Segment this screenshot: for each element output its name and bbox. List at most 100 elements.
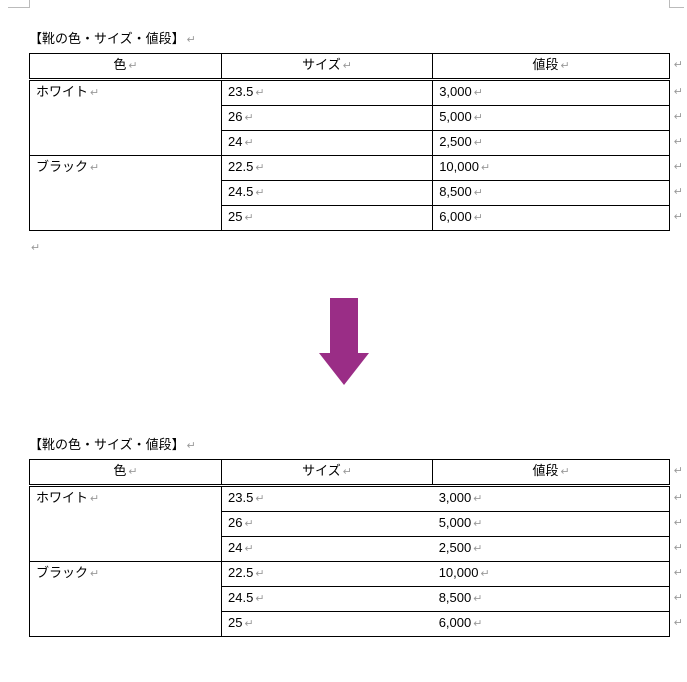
row-end-glyph: ↵ bbox=[674, 210, 683, 226]
cell-color: ブラック↵ bbox=[30, 561, 222, 636]
cell-size: 22.5↵ bbox=[222, 155, 433, 180]
crop-mark bbox=[670, 7, 684, 8]
header-color-text: 色 bbox=[113, 463, 126, 478]
return-glyph: ↵ bbox=[244, 112, 253, 124]
cell-size: 24.5↵ bbox=[222, 180, 433, 205]
return-glyph: ↵ bbox=[244, 137, 253, 149]
cell-color: ホワイト↵ bbox=[30, 485, 222, 561]
cell-price-text: 5,000 bbox=[439, 109, 472, 124]
cell-color-text: ブラック bbox=[36, 565, 88, 580]
cell-size: 25↵ bbox=[222, 205, 433, 230]
cell-size: 23.5↵ bbox=[222, 485, 433, 511]
return-glyph: ↵ bbox=[473, 493, 482, 505]
cell-price-text: 10,000 bbox=[439, 565, 479, 580]
row-end-glyph: ↵ bbox=[674, 160, 683, 176]
shoe-table-before: 色↵ サイズ↵ 値段↵↵ ホワイト↵23.5↵3,000↵↵26↵5,000↵↵… bbox=[29, 53, 670, 231]
return-glyph: ↵ bbox=[473, 618, 482, 630]
section-title: 【靴の色・サイズ・値段】↵ bbox=[29, 28, 670, 47]
cell-size-text: 25 bbox=[228, 615, 242, 630]
return-glyph: ↵ bbox=[90, 87, 99, 99]
cell-price: 10,000↵↵ bbox=[433, 561, 670, 586]
row-end-glyph: ↵ bbox=[674, 464, 683, 480]
crop-mark bbox=[8, 7, 29, 8]
return-glyph: ↵ bbox=[128, 60, 137, 72]
cell-size: 22.5↵ bbox=[222, 561, 433, 586]
cell-price-text: 2,500 bbox=[439, 540, 472, 555]
table-row: ホワイト↵23.5↵3,000↵↵ bbox=[30, 485, 670, 511]
paragraph-mark: ↵ bbox=[31, 241, 670, 254]
table-body: ホワイト↵23.5↵3,000↵↵26↵5,000↵↵24↵2,500↵↵ブラッ… bbox=[30, 79, 670, 230]
cell-size-text: 24 bbox=[228, 540, 242, 555]
header-color-text: 色 bbox=[113, 57, 126, 72]
transform-arrow-wrap bbox=[0, 298, 687, 388]
return-glyph: ↵ bbox=[187, 34, 196, 46]
return-glyph: ↵ bbox=[560, 60, 569, 72]
cell-price: 5,000↵↵ bbox=[433, 511, 670, 536]
return-glyph: ↵ bbox=[474, 137, 483, 149]
return-glyph: ↵ bbox=[244, 618, 253, 630]
return-glyph: ↵ bbox=[255, 568, 264, 580]
return-glyph: ↵ bbox=[90, 162, 99, 174]
return-glyph: ↵ bbox=[128, 466, 137, 478]
return-glyph: ↵ bbox=[473, 518, 482, 530]
cell-price-text: 5,000 bbox=[439, 515, 472, 530]
cell-size-text: 23.5 bbox=[228, 84, 253, 99]
return-glyph: ↵ bbox=[560, 466, 569, 478]
cell-size-text: 26 bbox=[228, 109, 242, 124]
cell-price: 2,500↵↵ bbox=[433, 130, 670, 155]
cell-size-text: 24.5 bbox=[228, 590, 253, 605]
header-size-text: サイズ bbox=[302, 463, 341, 478]
return-glyph: ↵ bbox=[474, 212, 483, 224]
cell-price-text: 3,000 bbox=[439, 490, 472, 505]
return-glyph: ↵ bbox=[244, 212, 253, 224]
return-glyph: ↵ bbox=[480, 568, 489, 580]
section-title-text: 【靴の色・サイズ・値段】 bbox=[29, 437, 185, 452]
cell-price: 5,000↵↵ bbox=[433, 105, 670, 130]
cell-size-text: 24.5 bbox=[228, 184, 253, 199]
cell-size: 26↵ bbox=[222, 105, 433, 130]
row-end-glyph: ↵ bbox=[674, 491, 683, 507]
cell-price: 3,000↵↵ bbox=[433, 485, 670, 511]
page-body-after: 【靴の色・サイズ・値段】↵ 色↵ サイズ↵ 値段↵↵ ホワイト↵23.5↵3,0… bbox=[29, 413, 670, 637]
return-glyph: ↵ bbox=[244, 518, 253, 530]
return-glyph: ↵ bbox=[255, 162, 264, 174]
row-end-glyph: ↵ bbox=[674, 85, 683, 101]
cell-color: ブラック↵ bbox=[30, 155, 222, 230]
return-glyph: ↵ bbox=[474, 187, 483, 199]
row-end-glyph: ↵ bbox=[674, 516, 683, 532]
return-glyph: ↵ bbox=[474, 112, 483, 124]
header-color: 色↵ bbox=[30, 54, 222, 80]
return-glyph: ↵ bbox=[473, 543, 482, 555]
return-glyph: ↵ bbox=[244, 543, 253, 555]
table-body: ホワイト↵23.5↵3,000↵↵26↵5,000↵↵24↵2,500↵↵ブラッ… bbox=[30, 485, 670, 636]
row-end-glyph: ↵ bbox=[674, 110, 683, 126]
return-glyph: ↵ bbox=[31, 242, 40, 254]
return-glyph: ↵ bbox=[90, 493, 99, 505]
table-row: ブラック↵22.5↵10,000↵↵ bbox=[30, 155, 670, 180]
cell-size: 24.5↵ bbox=[222, 586, 433, 611]
cell-size: 23.5↵ bbox=[222, 79, 433, 105]
return-glyph: ↵ bbox=[255, 187, 264, 199]
cell-size-text: 25 bbox=[228, 209, 242, 224]
return-glyph: ↵ bbox=[343, 60, 352, 72]
table-row: ブラック↵22.5↵10,000↵↵ bbox=[30, 561, 670, 586]
row-end-glyph: ↵ bbox=[674, 591, 683, 607]
down-arrow-icon bbox=[319, 298, 369, 388]
cell-price-text: 8,500 bbox=[439, 590, 472, 605]
section-title-text: 【靴の色・サイズ・値段】 bbox=[29, 31, 185, 46]
return-glyph: ↵ bbox=[255, 87, 264, 99]
header-price: 値段↵↵ bbox=[433, 460, 670, 486]
header-size: サイズ↵ bbox=[222, 54, 433, 80]
header-color: 色↵ bbox=[30, 460, 222, 486]
section-title: 【靴の色・サイズ・値段】↵ bbox=[29, 434, 670, 453]
cell-price: 8,500↵↵ bbox=[433, 180, 670, 205]
page-body: 【靴の色・サイズ・値段】↵ 色↵ サイズ↵ 値段↵↵ ホワイト↵23.5↵3,0… bbox=[29, 7, 670, 254]
table-row: ホワイト↵23.5↵3,000↵↵ bbox=[30, 79, 670, 105]
cell-size: 24↵ bbox=[222, 536, 433, 561]
return-glyph: ↵ bbox=[90, 568, 99, 580]
row-end-glyph: ↵ bbox=[674, 135, 683, 151]
cell-size-text: 23.5 bbox=[228, 490, 253, 505]
row-end-glyph: ↵ bbox=[674, 58, 683, 74]
return-glyph: ↵ bbox=[255, 493, 264, 505]
row-end-glyph: ↵ bbox=[674, 566, 683, 582]
